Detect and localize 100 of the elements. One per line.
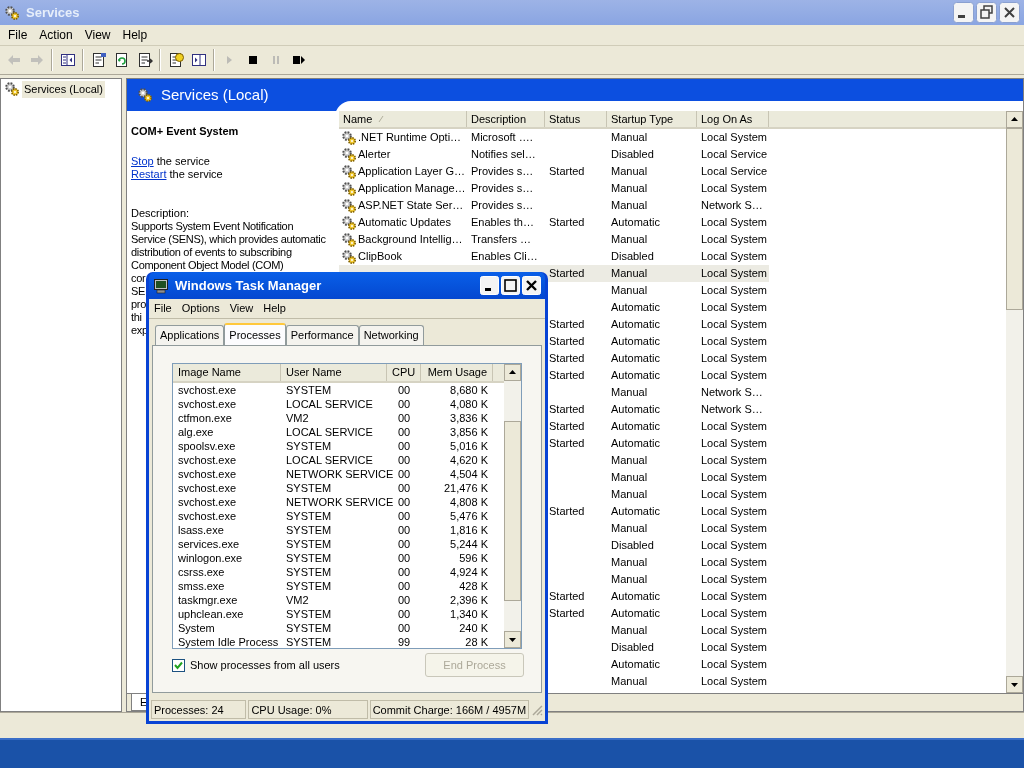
link[interactable]: Stop <box>131 154 154 167</box>
menu-item[interactable]: View <box>224 300 259 317</box>
table-cell: Manual <box>611 233 648 246</box>
table-cell: Started <box>549 607 585 620</box>
service-row[interactable]: .NET Runtime Opti… Microsoft …. Manual Local System <box>339 129 769 146</box>
table-cell: spoolsv.exe <box>178 440 236 452</box>
column-header[interactable]: Mem Usage <box>421 364 493 381</box>
menu-item[interactable]: Help <box>116 26 154 44</box>
table-cell: Automatic <box>611 352 660 365</box>
table-cell: Manual <box>611 522 648 535</box>
tab[interactable]: Performance <box>285 325 359 345</box>
tab[interactable]: Networking <box>358 325 424 345</box>
table-cell: Started <box>549 267 585 280</box>
table-cell: Manual <box>611 386 648 399</box>
arrow-right-icon <box>28 52 45 68</box>
table-cell: SYSTEM <box>286 524 332 536</box>
service-row[interactable]: Automatic Updates Enables th… Started Automatic Local System <box>339 214 769 231</box>
scroll-up-icon[interactable] <box>504 364 521 381</box>
table-cell: Automatic <box>611 335 660 348</box>
table-cell: svchost.exe <box>178 468 237 480</box>
description-text: cor <box>131 271 146 285</box>
status-text: Commit Charge: 166M / 4957M <box>369 700 530 719</box>
table-cell: Local System <box>701 131 768 144</box>
resize-grip-icon[interactable] <box>531 703 543 716</box>
column-header[interactable]: Name <box>339 111 467 127</box>
table-cell: Automatic <box>611 301 660 314</box>
service-name: Application Layer G… <box>358 164 465 180</box>
column-header[interactable]: User Name <box>281 364 387 381</box>
table-cell: Local System <box>701 335 768 348</box>
scroll-down-icon[interactable] <box>1006 676 1023 693</box>
scroll-thumb[interactable] <box>1006 128 1023 310</box>
checkbox[interactable] <box>172 658 185 672</box>
menu-item[interactable]: Action <box>33 26 79 44</box>
service-name: Alerter <box>358 147 391 163</box>
scroll-down-icon[interactable] <box>504 631 521 648</box>
table-cell: taskmgr.exe <box>178 594 238 606</box>
table-cell: SYSTEM <box>286 580 332 592</box>
table-cell: Manual <box>611 284 648 297</box>
window-title: Services <box>26 3 80 22</box>
gear-icon <box>341 163 357 180</box>
menu-item[interactable]: File <box>2 26 34 44</box>
table-cell: SYSTEM <box>286 636 332 648</box>
service-row[interactable]: Alerter Notifies sel… Disabled Local Service <box>339 146 769 163</box>
table-cell: Automatic <box>611 505 660 518</box>
minimize-button[interactable] <box>953 2 974 23</box>
scroll-up-icon[interactable] <box>1006 111 1023 128</box>
service-row[interactable]: ClipBook Enables Cli… Disabled Local System <box>339 248 769 265</box>
column-header[interactable]: Description <box>467 111 545 127</box>
table-cell: Network S… <box>701 403 763 416</box>
menu-item[interactable]: Options <box>176 300 225 317</box>
menu-item[interactable]: File <box>149 300 177 317</box>
menu-item[interactable]: View <box>78 26 117 44</box>
restore-button[interactable] <box>976 2 997 23</box>
link[interactable]: Restart <box>131 167 167 180</box>
table-cell: VM2 <box>286 594 309 606</box>
table-cell: Local System <box>701 624 768 637</box>
table-cell: uphclean.exe <box>178 608 244 620</box>
column-header[interactable]: Image Name <box>173 364 281 381</box>
table-cell: 596 K <box>459 552 488 564</box>
tree-item[interactable]: Services (Local) <box>22 81 105 98</box>
table-cell: 00 <box>397 384 411 396</box>
table-cell: Local System <box>701 318 768 331</box>
table-cell: SYSTEM <box>286 538 332 550</box>
service-name: Background Intellig… <box>358 232 463 248</box>
table-cell: Local System <box>701 573 768 586</box>
table-cell: 4,504 K <box>450 468 488 480</box>
table-cell: Started <box>549 165 585 178</box>
close-button[interactable] <box>999 2 1020 23</box>
column-header[interactable]: Log On As <box>697 111 769 127</box>
menu-item[interactable]: Help <box>258 300 291 317</box>
table-cell: Local System <box>701 556 768 569</box>
table-cell: svchost.exe <box>178 510 237 522</box>
service-row[interactable]: Application Manage… Provides s… Manual Local System <box>339 180 769 197</box>
column-header[interactable]: CPU <box>387 364 421 381</box>
description-text: distribution of events to subscribing <box>131 245 292 259</box>
scroll-thumb[interactable] <box>504 421 521 601</box>
scrollbar[interactable] <box>1006 111 1023 693</box>
table-cell: Local System <box>701 590 768 603</box>
table-cell: 240 K <box>459 622 488 634</box>
maximize-button[interactable] <box>501 276 520 295</box>
tab[interactable]: Applications <box>155 325 225 345</box>
table-cell: Automatic <box>611 403 660 416</box>
table-cell: Manual <box>611 199 648 212</box>
column-header[interactable]: Startup Type <box>607 111 697 127</box>
table-cell: lsass.exe <box>178 524 224 536</box>
table-cell: Manual <box>611 556 648 569</box>
service-row[interactable]: Background Intellig… Transfers … Manual Local System <box>339 231 769 248</box>
scrollbar[interactable] <box>504 364 521 648</box>
table-cell: Local System <box>701 522 768 535</box>
description-text: SE <box>131 284 146 298</box>
table-cell: Network S… <box>701 199 763 212</box>
table-cell: Local System <box>701 675 768 688</box>
table-cell: Transfers … <box>471 233 532 246</box>
table-cell: Disabled <box>611 641 654 654</box>
column-header[interactable]: Status <box>545 111 607 127</box>
tab[interactable]: Processes <box>224 323 286 345</box>
service-row[interactable]: Application Layer G… Provides s… Started Manual Local Service <box>339 163 769 180</box>
table-cell: Local Service <box>701 148 768 161</box>
table-cell: 00 <box>397 440 411 452</box>
table-cell: 99 <box>397 636 411 648</box>
